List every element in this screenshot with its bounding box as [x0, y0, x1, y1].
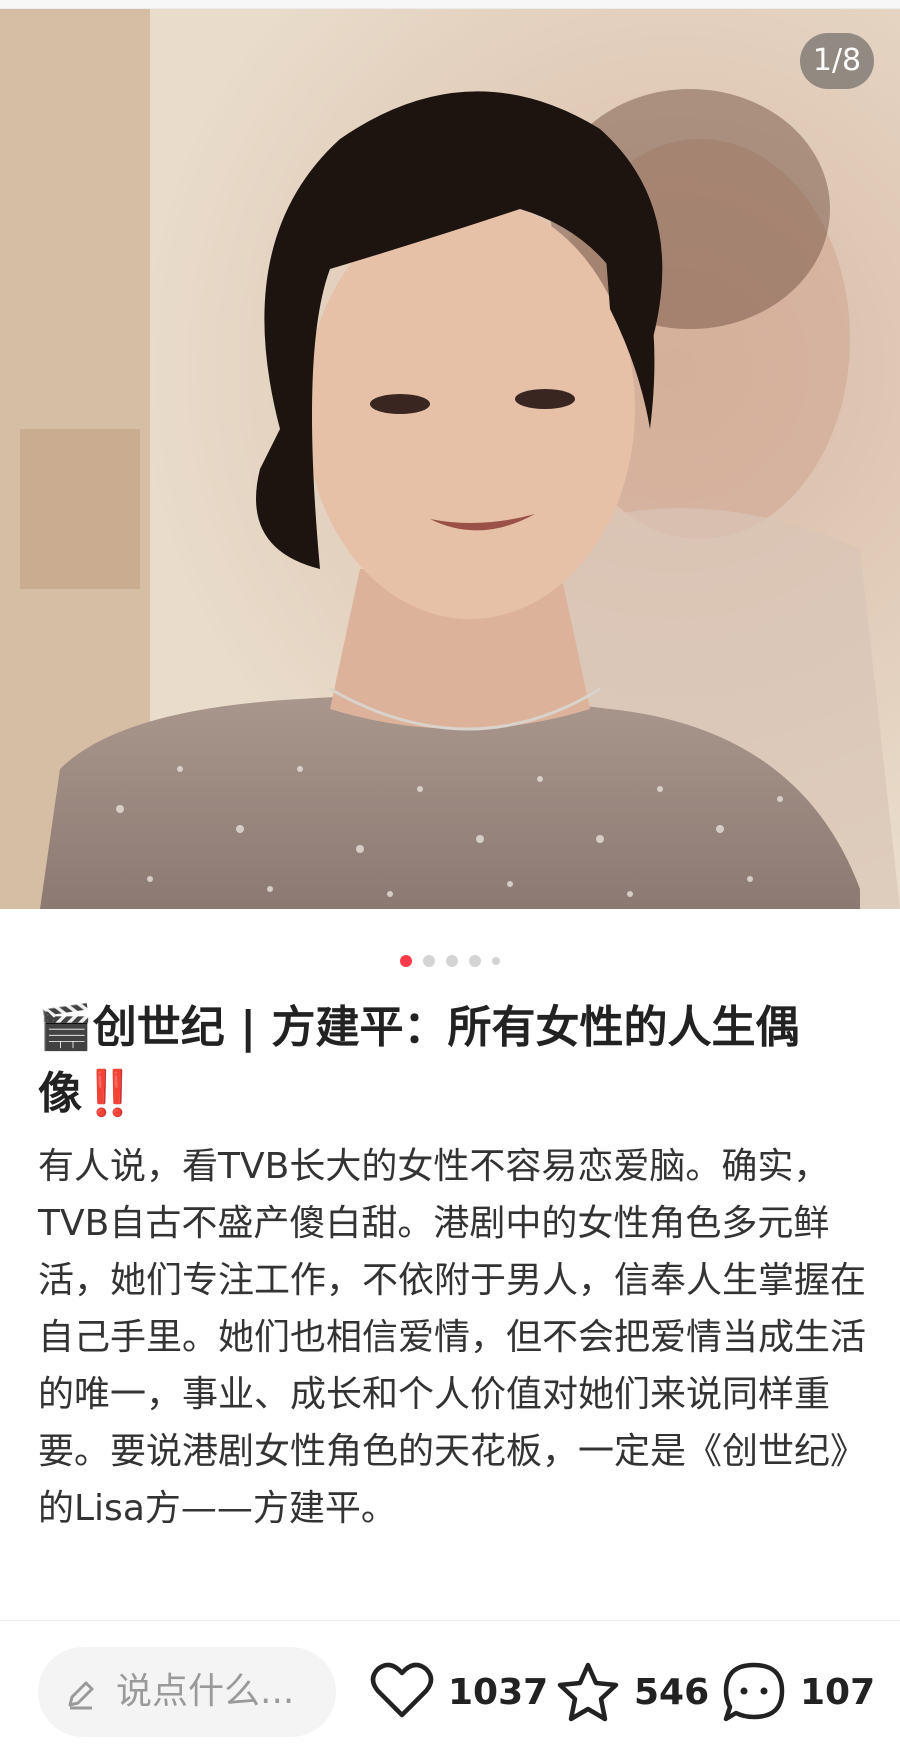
favorite-button[interactable]: 546 [556, 1661, 709, 1725]
speech-bubble-icon [723, 1662, 785, 1722]
comment-placeholder: 说点什么... [116, 1671, 295, 1712]
favorite-count: 546 [634, 1672, 710, 1713]
double-exclamation-icon: ‼️ [82, 1068, 137, 1119]
heart-icon [370, 1662, 434, 1718]
post-title: 🎬创世纪 | 方建平：所有女性的人生偶像‼️ [38, 995, 868, 1127]
post-image[interactable]: 1/8 [0, 9, 900, 909]
comment-input[interactable]: 说点什么... [38, 1647, 336, 1737]
star-icon [557, 1662, 619, 1722]
carousel-dot [492, 956, 501, 965]
portrait-illustration [0, 9, 900, 909]
pencil-icon [68, 1681, 94, 1710]
post-body: 有人说，看TVB长大的女性不容易恋爱脑。确实，TVB自古不盛产傻白甜。港剧中的女… [38, 1138, 868, 1537]
clapperboard-icon: 🎬 [38, 1002, 93, 1053]
carousel-dot [422, 954, 435, 967]
carousel-indicator [0, 950, 900, 968]
comment-button[interactable]: 107 [722, 1661, 876, 1725]
comment-count: 107 [800, 1672, 876, 1713]
image-counter: 1/8 [800, 33, 874, 89]
carousel-dot [469, 954, 482, 967]
top-divider [0, 0, 900, 9]
carousel-dot-active [399, 954, 412, 967]
carousel-dot [446, 954, 458, 967]
like-button[interactable]: 1037 [370, 1661, 548, 1725]
bottom-action-bar: 说点什么... 1037 546 107 [0, 1620, 900, 1761]
post-paragraph: 有人说，看TVB长大的女性不容易恋爱脑。确实，TVB自古不盛产傻白甜。港剧中的女… [38, 1146, 867, 1529]
like-count: 1037 [448, 1672, 549, 1713]
post-title-text: 创世纪 | 方建平：所有女性的人生偶像 [38, 1002, 800, 1119]
